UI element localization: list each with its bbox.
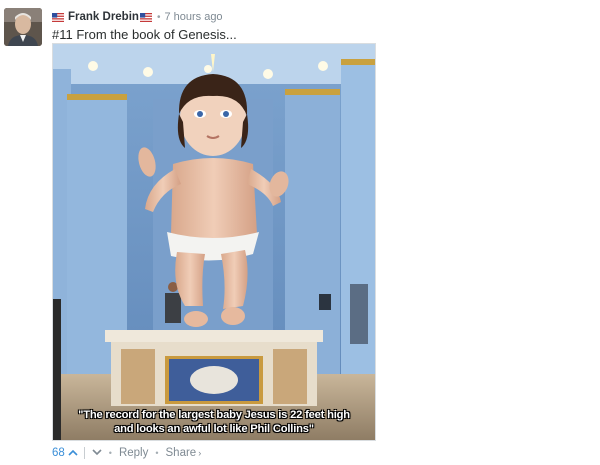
reply-button[interactable]: Reply: [119, 447, 148, 459]
avatar-image: [4, 8, 42, 46]
separator-bullet: •: [155, 448, 159, 458]
timestamp-link[interactable]: 7 hours ago: [164, 11, 222, 23]
us-flag-icon: [139, 12, 152, 22]
share-button[interactable]: Share: [166, 447, 197, 459]
separator-bullet: •: [156, 11, 161, 23]
baby-jesus-statue-photo: [53, 44, 375, 440]
comment-image[interactable]: "The record for the largest baby Jesus i…: [52, 43, 376, 441]
chevron-down-icon[interactable]: [92, 448, 102, 459]
avatar[interactable]: [4, 8, 42, 46]
us-flag-icon: [52, 12, 64, 22]
vote-divider: [83, 447, 85, 459]
chevron-right-icon: ›: [198, 448, 202, 458]
image-caption-line: "The record for the largest baby Jesus i…: [78, 409, 350, 421]
comment-header: Frank Drebin • 7 hours ago: [52, 9, 223, 25]
chevron-up-icon[interactable]: [68, 448, 78, 459]
author-name[interactable]: Frank Drebin: [68, 11, 139, 23]
image-caption: "The record for the largest baby Jesus i…: [53, 408, 375, 436]
comment-text: #11 From the book of Genesis...: [52, 27, 237, 42]
comment-footer: 68 • Reply • Share ›: [52, 446, 201, 460]
image-caption-line: and looks an awful lot like Phil Collins…: [114, 423, 314, 435]
separator-bullet: •: [108, 448, 112, 458]
vote-count: 68: [52, 447, 65, 459]
